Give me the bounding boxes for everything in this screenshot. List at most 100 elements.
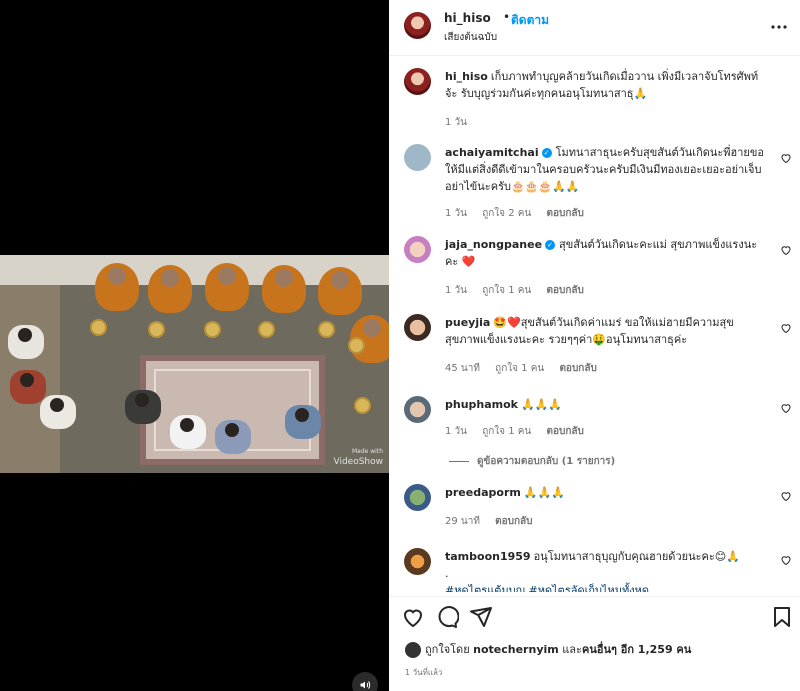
- avatar[interactable]: [404, 484, 431, 511]
- comment-likes[interactable]: ถูกใจ 1 คน: [495, 363, 544, 374]
- person-figure: [285, 405, 321, 439]
- header-separator: •: [503, 10, 511, 24]
- heart-icon[interactable]: [780, 322, 792, 334]
- caption-time[interactable]: 1 วัน: [445, 117, 467, 128]
- follow-button[interactable]: ติดตาม: [511, 11, 549, 30]
- caption-body: เก็บภาพทำบุญคล้ายวันเกิดเมื่อวาน เพิ่งมี…: [445, 70, 759, 100]
- comment-time[interactable]: 45 นาที: [445, 363, 480, 374]
- heart-icon[interactable]: [780, 402, 792, 414]
- likes-middle: และ: [562, 643, 582, 656]
- heart-icon[interactable]: [780, 244, 792, 256]
- avatar[interactable]: [405, 642, 421, 658]
- person-figure: [215, 420, 251, 454]
- heart-icon[interactable]: [780, 152, 792, 164]
- header-username[interactable]: hi_hiso: [444, 11, 491, 25]
- reply-button[interactable]: ตอบกลับ: [546, 208, 583, 219]
- video-frame[interactable]: Made with VideoShow: [0, 255, 389, 473]
- avatar[interactable]: [404, 314, 431, 341]
- comment-time[interactable]: 29 นาที: [445, 516, 480, 527]
- bookmark-icon[interactable]: [770, 605, 794, 629]
- reply-button[interactable]: ตอบกลับ: [546, 285, 583, 296]
- heart-icon[interactable]: [780, 490, 792, 502]
- audio-label[interactable]: เสียงต้นฉบับ: [444, 30, 497, 45]
- bowl: [354, 397, 371, 414]
- bowl: [318, 321, 335, 338]
- bowl: [258, 321, 275, 338]
- comment-text: preedaporm 🙏🙏🙏: [445, 484, 767, 501]
- comment-body: 🙏🙏🙏: [523, 486, 565, 499]
- comment-text: achaiyamitchai ✓ โมทนาสาธุนะครับสุขสันต์วั…: [445, 144, 767, 195]
- avatar[interactable]: [404, 396, 431, 423]
- bowl: [90, 319, 107, 336]
- comment-time[interactable]: 1 วัน: [445, 208, 467, 219]
- comment-text: tamboon1959 อนุโมทนาสาธุบุญกับคุณฮายด้วยน…: [445, 548, 767, 592]
- comment-time[interactable]: 1 วัน: [445, 285, 467, 296]
- comment-username[interactable]: phuphamok: [445, 398, 518, 411]
- comment-meta: 1 วัน ถูกใจ 1 คน ตอบกลับ: [445, 424, 596, 439]
- heart-icon[interactable]: [780, 554, 792, 566]
- comment-username[interactable]: pueyjia: [445, 316, 490, 329]
- comment-body: อนุโมทนาสาธุบุญกับคุณฮายด้วยนะคะ😊🙏: [533, 550, 740, 563]
- comment-meta: 1 วัน ถูกใจ 2 คน ตอบกลับ: [445, 206, 596, 221]
- volume-icon: [360, 681, 371, 689]
- caption-meta: 1 วัน: [445, 115, 479, 130]
- avatar[interactable]: [404, 548, 431, 575]
- post-header: hi_hiso • ติดตาม เสียงต้นฉบับ: [389, 0, 800, 56]
- more-horizontal-icon: [771, 25, 787, 29]
- person-figure: [170, 415, 206, 449]
- comment-username[interactable]: preedaporm: [445, 486, 521, 499]
- comment-text: phuphamok 🙏🙏🙏: [445, 396, 767, 413]
- comment-text: pueyjia 🤩❤️สุขสันต์วันเกิดค่าแมร่ ขอให้แม…: [445, 314, 767, 348]
- reply-button[interactable]: ตอบกลับ: [546, 426, 583, 437]
- post-date[interactable]: 1 วันที่แล้ว: [405, 666, 442, 679]
- comment-meta: 1 วัน ถูกใจ 1 คน ตอบกลับ: [445, 283, 596, 298]
- bowl: [348, 337, 365, 354]
- comment-likes[interactable]: ถูกใจ 1 คน: [482, 285, 531, 296]
- comment-icon[interactable]: [435, 605, 459, 629]
- view-replies-button[interactable]: ดูข้อความตอบกลับ (1 รายการ): [449, 454, 615, 469]
- comment-likes[interactable]: ถูกใจ 2 คน: [482, 208, 531, 219]
- watermark-small-text: Made with: [352, 448, 383, 455]
- person-figure: [8, 325, 44, 359]
- bowl: [204, 321, 221, 338]
- comment-likes[interactable]: ถูกใจ 1 คน: [482, 426, 531, 437]
- comment-meta: 45 นาที ถูกใจ 1 คน ตอบกลับ: [445, 361, 609, 376]
- caption-username[interactable]: hi_hiso: [445, 70, 488, 83]
- comment-extra: .: [445, 567, 449, 580]
- comment-time[interactable]: 1 วัน: [445, 426, 467, 437]
- avatar[interactable]: [404, 236, 431, 263]
- comment-meta: 29 นาที ตอบกลับ: [445, 514, 545, 529]
- post-media[interactable]: Made with VideoShow: [0, 0, 389, 691]
- hashtag-link[interactable]: #หดไตรแต้มบุญ #หดไตรลัดเก็บไหมทั้งหด: [445, 584, 649, 592]
- verified-icon: ✓: [545, 240, 556, 250]
- video-watermark: Made with VideoShow: [334, 447, 384, 467]
- monk-figure: [95, 263, 139, 311]
- bowl: [148, 321, 165, 338]
- reply-button[interactable]: ตอบกลับ: [559, 363, 596, 374]
- likes-user-link[interactable]: notechernyim: [473, 643, 559, 656]
- volume-button[interactable]: [352, 672, 378, 691]
- reply-button[interactable]: ตอบกลับ: [495, 516, 532, 527]
- likes-others-link[interactable]: คนอื่นๆ อีก 1,259 คน: [582, 643, 691, 656]
- likes-summary: ถูกใจโดย notechernyim และคนอื่นๆ อีก 1,2…: [405, 640, 691, 658]
- share-icon[interactable]: [469, 605, 493, 629]
- comment-username[interactable]: jaja_nongpanee: [445, 238, 542, 251]
- action-bar: [389, 596, 800, 636]
- heart-icon[interactable]: [401, 605, 425, 629]
- likes-prefix: ถูกใจโดย: [425, 643, 470, 656]
- caption-text: hi_hiso เก็บภาพทำบุญคล้ายวันเกิดเมื่อวาน …: [445, 68, 767, 102]
- comment-username[interactable]: achaiyamitchai: [445, 146, 539, 159]
- verified-icon: ✓: [541, 148, 552, 158]
- comments-list[interactable]: hi_hiso เก็บภาพทำบุญคล้ายวันเกิดเมื่อวาน …: [389, 56, 800, 592]
- monk-figure: [205, 263, 249, 311]
- monk-figure: [318, 267, 362, 315]
- post-panel: hi_hiso • ติดตาม เสียงต้นฉบับ hi_hiso เก็…: [389, 0, 800, 691]
- comment-text: jaja_nongpanee ✓ สุขสันต์วันเกิดนะคะแม่ สุ…: [445, 236, 767, 270]
- avatar[interactable]: [404, 144, 431, 171]
- avatar[interactable]: [404, 68, 431, 95]
- avatar[interactable]: [404, 12, 431, 39]
- monk-figure: [148, 265, 192, 313]
- more-options-button[interactable]: [769, 14, 789, 34]
- comment-username[interactable]: tamboon1959: [445, 550, 531, 563]
- monk-figure: [262, 265, 306, 313]
